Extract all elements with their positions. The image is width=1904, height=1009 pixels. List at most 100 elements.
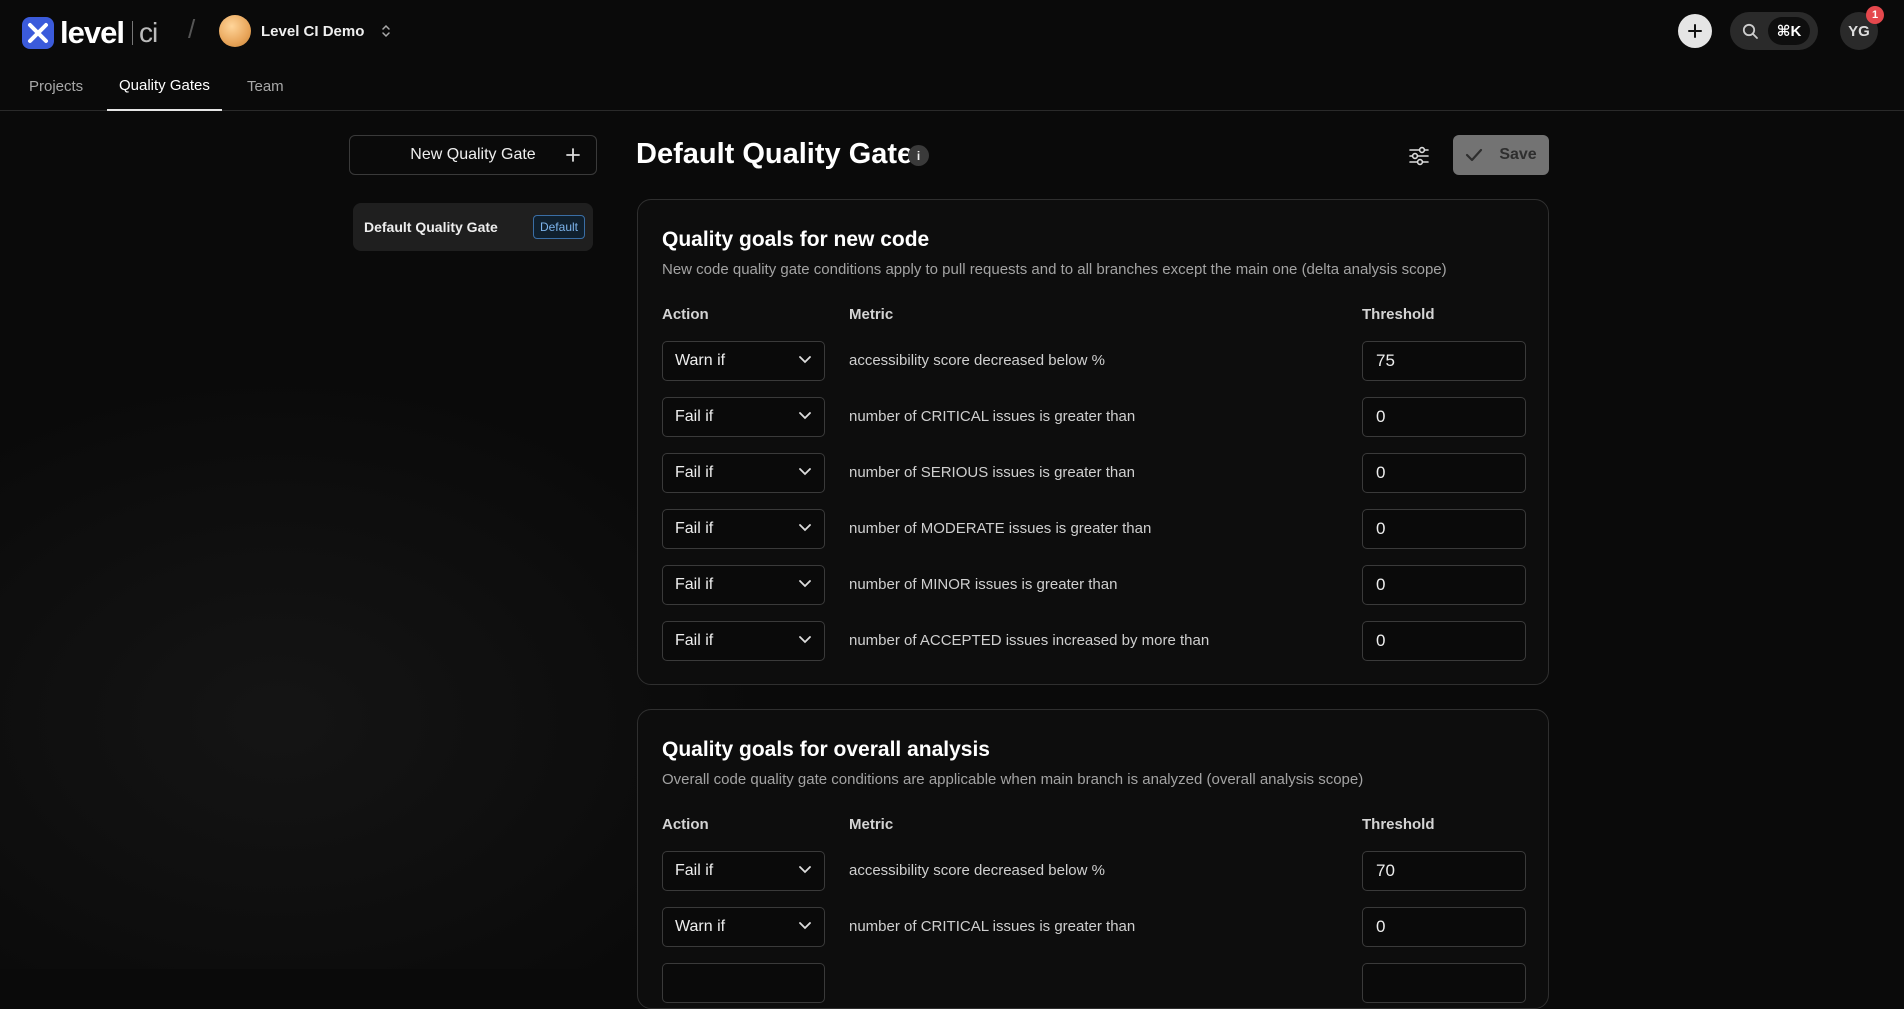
action-value: Warn if <box>675 918 726 935</box>
action-value: Warn if <box>675 352 726 369</box>
chevron-down-icon <box>799 356 811 364</box>
threshold-input[interactable] <box>1362 341 1526 381</box>
metric-label: number of MINOR issues is greater than <box>849 576 1118 593</box>
threshold-input[interactable] <box>1362 621 1526 661</box>
notification-badge: 1 <box>1866 6 1884 24</box>
project-avatar <box>219 15 251 47</box>
search-shortcut: ⌘K <box>1768 17 1810 45</box>
chevron-down-icon <box>799 468 811 476</box>
metric-label: number of CRITICAL issues is greater tha… <box>849 408 1136 425</box>
create-button[interactable] <box>1678 14 1712 48</box>
chevron-up-down-icon <box>382 24 391 38</box>
action-value: Fail if <box>675 862 714 879</box>
section-title: Quality goals for new code <box>662 228 930 251</box>
threshold-input[interactable] <box>1362 851 1526 891</box>
metric-label: number of CRITICAL issues is greater tha… <box>849 918 1136 935</box>
project-switcher[interactable]: Level CI Demo <box>219 15 392 47</box>
condition-row: Fail if number of MODERATE issues is gre… <box>638 509 1550 549</box>
action-select[interactable]: Fail if <box>662 621 825 661</box>
condition-row-partial <box>638 963 1550 1003</box>
action-value: Fail if <box>675 632 714 649</box>
metric-label: number of SERIOUS issues is greater than <box>849 464 1135 481</box>
settings-button[interactable] <box>1405 142 1433 170</box>
condition-row: Fail if number of CRITICAL issues is gre… <box>638 397 1550 437</box>
condition-row: Fail if number of MINOR issues is greate… <box>638 565 1550 605</box>
action-select[interactable]: Fail if <box>662 453 825 493</box>
metric-label: number of ACCEPTED issues increased by m… <box>849 632 1210 649</box>
threshold-input[interactable] <box>1362 907 1526 947</box>
page-title: Default Quality Gate <box>636 138 914 170</box>
action-select[interactable]: Fail if <box>662 397 825 437</box>
level-logo-icon <box>22 17 54 49</box>
plus-icon <box>566 148 580 162</box>
action-value: Fail if <box>675 520 714 537</box>
action-value: Fail if <box>675 408 714 425</box>
column-header-threshold: Threshold <box>1362 816 1435 833</box>
section-title: Quality goals for overall analysis <box>662 738 990 761</box>
section-subtitle: New code quality gate conditions apply t… <box>662 261 1447 278</box>
new-quality-gate-button[interactable]: New Quality Gate <box>349 135 597 175</box>
action-select[interactable]: Warn if <box>662 907 825 947</box>
condition-row: Fail if accessibility score decreased be… <box>638 851 1550 891</box>
tab-projects[interactable]: Projects <box>17 62 95 111</box>
metric-label: accessibility score decreased below % <box>849 352 1105 369</box>
column-header-metric: Metric <box>849 306 894 323</box>
save-button[interactable]: Save <box>1453 135 1549 175</box>
condition-row: Fail if number of ACCEPTED issues increa… <box>638 621 1550 661</box>
nav-tabs: Projects Quality Gates Team <box>0 62 1904 111</box>
top-bar: level ci / Level CI Demo ⌘K YG 1 <box>0 0 1904 62</box>
threshold-input[interactable] <box>1362 963 1526 1003</box>
search-button[interactable]: ⌘K <box>1730 12 1818 50</box>
user-initials: YG <box>1848 22 1870 40</box>
threshold-input[interactable] <box>1362 397 1526 437</box>
new-code-goals-card: Quality goals for new code New code qual… <box>637 199 1549 685</box>
sliders-icon <box>1409 146 1429 166</box>
metric-label: number of MODERATE issues is greater tha… <box>849 520 1152 537</box>
threshold-input[interactable] <box>1362 509 1526 549</box>
action-value: Fail if <box>675 464 714 481</box>
condition-row: Warn if number of CRITICAL issues is gre… <box>638 907 1550 947</box>
default-badge: Default <box>532 215 585 239</box>
action-select[interactable]: Warn if <box>662 341 825 381</box>
logo-suffix: ci <box>138 17 158 48</box>
action-value: Fail if <box>675 576 714 593</box>
save-label: Save <box>1499 146 1537 163</box>
tab-quality-gates[interactable]: Quality Gates <box>107 62 222 111</box>
column-header-metric: Metric <box>849 816 894 833</box>
condition-row: Warn if accessibility score decreased be… <box>638 341 1550 381</box>
user-avatar[interactable]: YG 1 <box>1840 6 1884 50</box>
check-icon <box>1466 148 1483 162</box>
chevron-down-icon <box>799 524 811 532</box>
action-select[interactable]: Fail if <box>662 851 825 891</box>
logo-divider <box>131 21 133 45</box>
column-header-action: Action <box>662 306 709 323</box>
plus-icon <box>1688 24 1702 38</box>
condition-row: Fail if number of SERIOUS issues is grea… <box>638 453 1550 493</box>
chevron-down-icon <box>799 580 811 588</box>
sidebar-item-default-quality-gate[interactable]: Default Quality Gate Default <box>353 203 593 251</box>
action-select[interactable]: Fail if <box>662 565 825 605</box>
metric-label: accessibility score decreased below % <box>849 862 1105 879</box>
overall-analysis-goals-card: Quality goals for overall analysis Overa… <box>637 709 1549 1009</box>
chevron-down-icon <box>799 922 811 930</box>
logo-text: level <box>60 15 125 50</box>
section-subtitle: Overall code quality gate conditions are… <box>662 771 1364 788</box>
action-select[interactable] <box>662 963 825 1003</box>
chevron-down-icon <box>799 866 811 874</box>
level-ci-logo[interactable]: level ci <box>22 15 158 51</box>
action-select[interactable]: Fail if <box>662 509 825 549</box>
search-icon <box>1742 23 1758 39</box>
header-actions: ⌘K YG 1 <box>1678 6 1884 50</box>
column-header-threshold: Threshold <box>1362 306 1435 323</box>
project-name: Level CI Demo <box>261 22 365 40</box>
new-quality-gate-label: New Quality Gate <box>410 146 536 163</box>
info-icon[interactable]: i <box>908 145 929 166</box>
chevron-down-icon <box>799 636 811 644</box>
tab-team[interactable]: Team <box>235 62 296 111</box>
chevron-down-icon <box>799 412 811 420</box>
gate-name: Default Quality Gate <box>364 219 498 235</box>
column-header-action: Action <box>662 816 709 833</box>
breadcrumb-separator: / <box>188 14 196 44</box>
threshold-input[interactable] <box>1362 565 1526 605</box>
threshold-input[interactable] <box>1362 453 1526 493</box>
